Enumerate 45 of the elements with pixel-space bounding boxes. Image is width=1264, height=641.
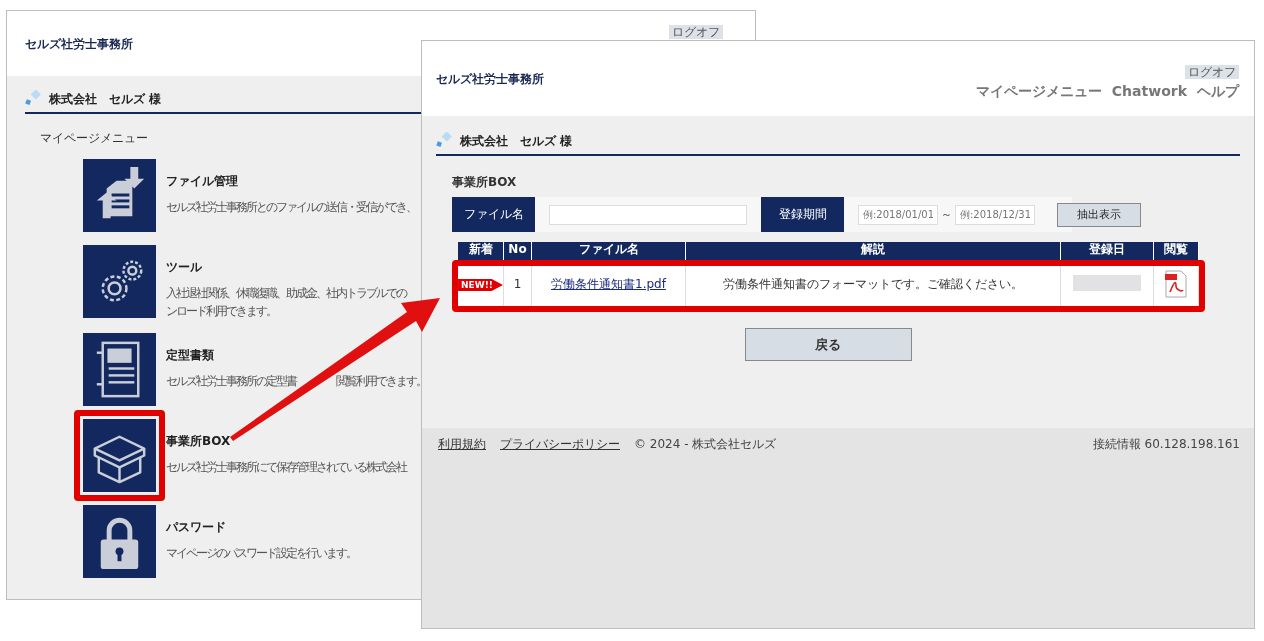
footer-link[interactable]: 利用規約 <box>438 436 486 453</box>
gears-icon[interactable] <box>83 245 156 318</box>
connection-info: 接続情報 60.128.198.161 <box>1092 436 1240 453</box>
extract-button[interactable]: 抽出表示 <box>1057 202 1141 227</box>
menu-heading: マイページメニュー <box>40 130 148 147</box>
nav-link[interactable]: Chatwork <box>1111 83 1187 101</box>
range-separator: ～ <box>941 207 952 222</box>
office-title: セルズ社労士事務所 <box>25 36 133 53</box>
menu-item-title[interactable]: 定型書類 <box>166 347 214 364</box>
file-transfer-icon[interactable] <box>83 159 156 232</box>
back-button[interactable]: 戻る <box>744 328 912 361</box>
customer-name: 株式会社 セルズ 様 <box>460 133 573 150</box>
diamond-icon <box>25 90 43 108</box>
padlock-icon[interactable] <box>83 505 156 578</box>
date-from-field[interactable]: 例:2018/01/01 <box>858 204 938 225</box>
file-name-field[interactable] <box>549 204 747 225</box>
menu-item-title[interactable]: ツール <box>166 259 202 276</box>
menu-item-title[interactable]: ファイル管理 <box>166 173 238 190</box>
blurred-date <box>1073 274 1141 291</box>
filter-label: ファイル名 <box>452 197 535 232</box>
menu-item-description: セルズ社労士事務所とのファイルの送信・受信ができ、 <box>166 199 416 216</box>
menu-item-description: セルズ社労士事務所の定型書 <box>166 373 296 390</box>
logoff-button[interactable]: ログオフ <box>1185 65 1239 79</box>
filter-label: 登録期間 <box>761 197 844 232</box>
binder-icon[interactable] <box>83 333 156 406</box>
diamond-icon <box>436 132 454 150</box>
menu-item-description: セルズ社労士事務所にて保存管理されている株式会社 <box>166 459 406 476</box>
section-title: 事業所BOX <box>452 174 518 191</box>
menu-item-title[interactable]: 事業所BOX <box>166 433 231 450</box>
menu-item-description: マイページのパスワード設定を行います。 <box>166 545 356 562</box>
nav-link[interactable]: マイページメニュー <box>975 83 1102 101</box>
column-header: 新着 <box>458 242 504 262</box>
pdf-icon[interactable] <box>1164 270 1188 298</box>
menu-item-description: 入社退社関係、休職復職、助成金、社内トラブルでの ンロード利用できます。 <box>166 285 406 320</box>
logoff-button[interactable]: ログオフ <box>669 25 723 39</box>
copyright-text: © 2024 - 株式会社セルズ <box>634 436 777 453</box>
new-badge: NEW!! <box>458 279 503 291</box>
footer-link[interactable]: プライバシーポリシー <box>500 436 620 453</box>
nav-link[interactable]: ヘルプ <box>1197 83 1239 101</box>
menu-item-title[interactable]: パスワード <box>166 519 226 536</box>
office-title: セルズ社労士事務所 <box>436 71 544 88</box>
date-to-field[interactable]: 例:2018/12/31 <box>955 204 1035 225</box>
customer-name: 株式会社 セルズ 様 <box>49 91 162 108</box>
menu-item-description: 閲覧利用できます。 <box>336 373 426 390</box>
box-icon[interactable] <box>83 419 156 492</box>
